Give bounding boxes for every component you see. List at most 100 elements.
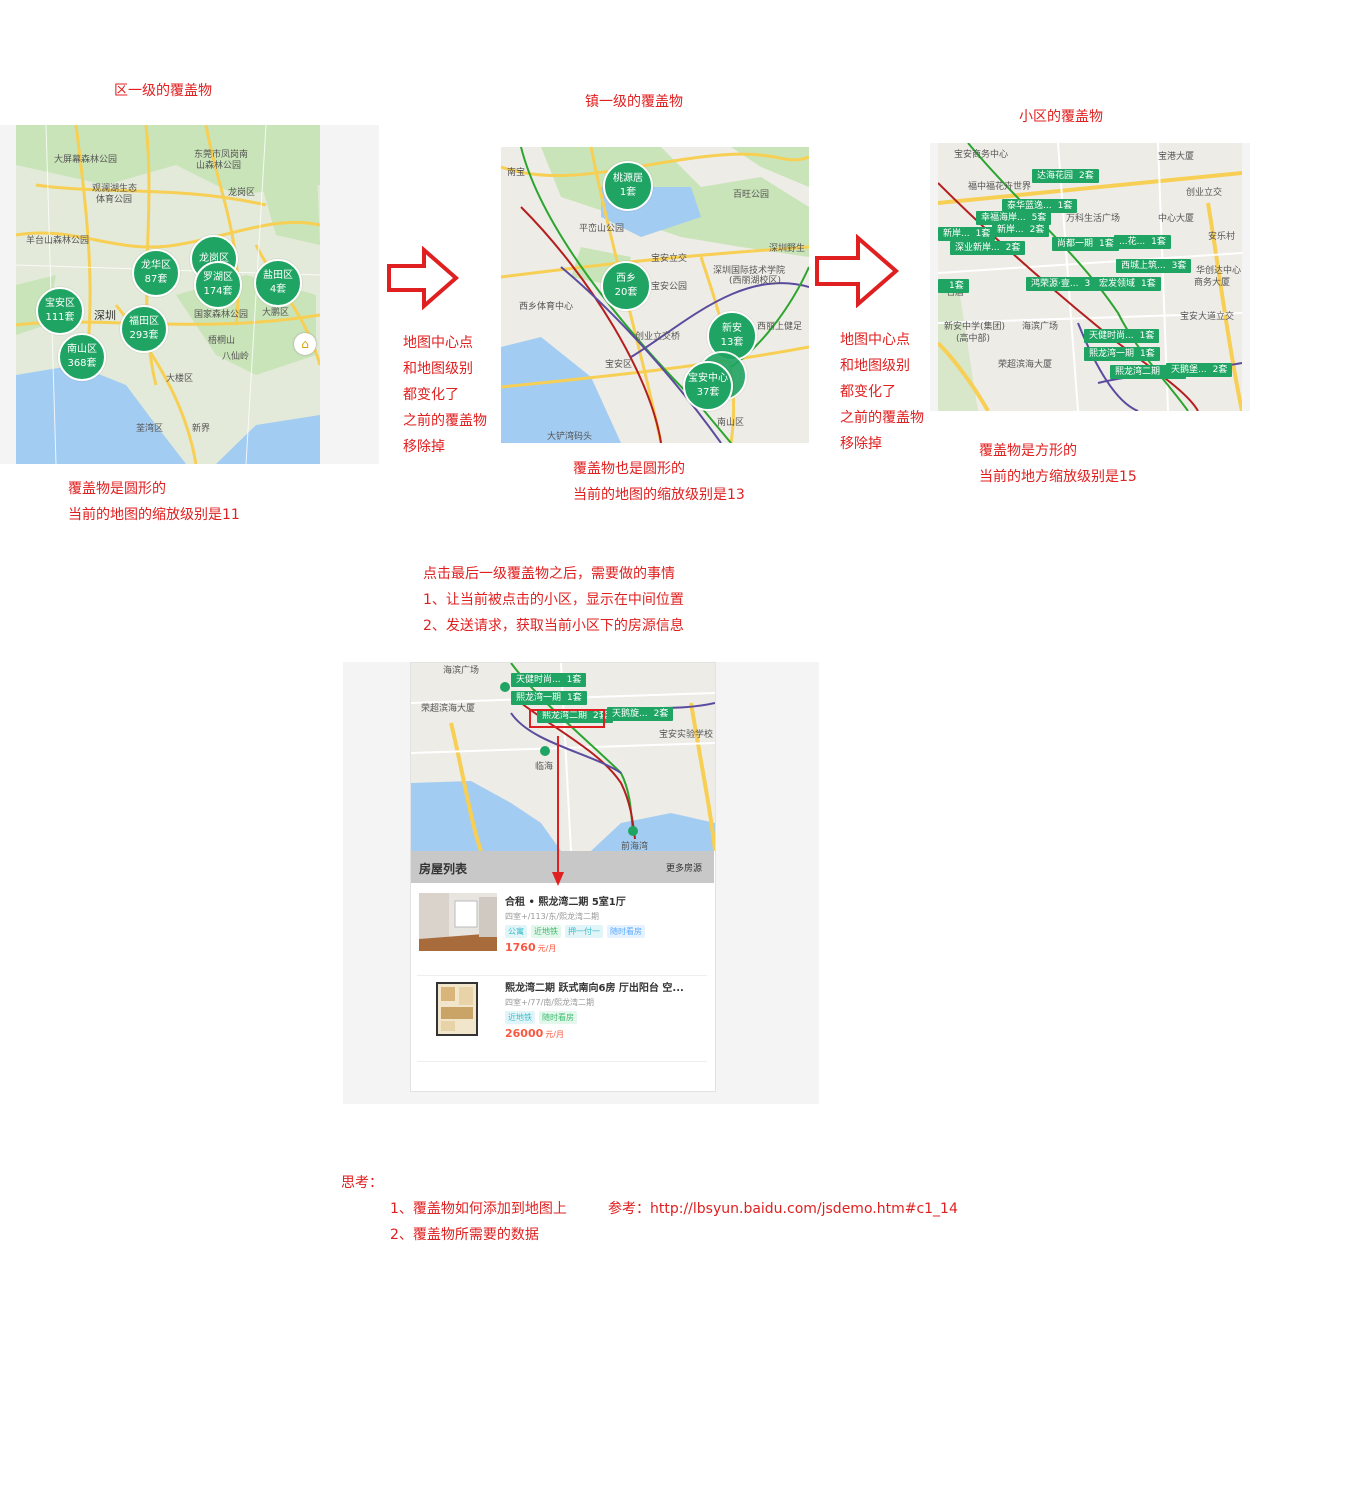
circle-count: 368套: [67, 358, 97, 369]
map1-label: 深圳: [94, 309, 116, 322]
circle-count: 87套: [144, 274, 168, 285]
district-circle-baoan[interactable]: 宝安区 111套: [36, 287, 84, 335]
note-line: 和地图级别: [840, 358, 910, 374]
circle-count: 111套: [45, 312, 75, 323]
map2-label: 西丽上健足: [757, 322, 803, 332]
map1-label: 羊台山森林公园: [26, 236, 90, 246]
phone-community-tag[interactable]: 熙龙湾一期 1套: [511, 691, 587, 705]
phone-map-label: 海滨广场: [443, 666, 480, 676]
thinking-item: 2、覆盖物所需要的数据: [390, 1227, 539, 1243]
circle-name: 新安: [722, 323, 742, 334]
note-line: 覆盖物也是圆形的: [573, 461, 685, 477]
town-map[interactable]: 南宝 平峦山公园 宝安立交 深圳国际技术学院 (西丽湖校区) 宝安公园 西乡体育…: [501, 147, 809, 443]
community-tag[interactable]: 西城上筑... 3套: [1116, 259, 1192, 273]
house-item[interactable]: 合租 • 熙龙湾二期 5室1厅 四室+/113/东/熙龙湾二期 公寓 近地铁 押…: [417, 889, 707, 976]
reference-link[interactable]: 参考：http://lbsyun.baidu.com/jsdemo.htm#c1…: [608, 1196, 958, 1222]
note-line: 之前的覆盖物: [403, 413, 487, 429]
district-circle-nanshan[interactable]: 南山区 368套: [58, 333, 106, 381]
map2-label: (西丽湖校区): [729, 276, 782, 286]
map1-label: 荃湾区: [136, 424, 164, 434]
circle-count: 1套: [619, 187, 637, 198]
map2-label: 宝安区: [605, 360, 633, 370]
house-item[interactable]: 熙龙湾二期 跃式南向6房 厅出阳台 空... 四室+/77/南/熙龙湾二期 近地…: [417, 975, 707, 1062]
map2-label: 创业立交桥: [635, 332, 681, 342]
community-tag[interactable]: 天鹅堡... 2套: [1166, 363, 1233, 377]
phone-map-label: 荣超滨海大厦: [421, 704, 476, 714]
map3-label: 安乐村: [1208, 232, 1236, 242]
map3-label: (高中部): [956, 334, 991, 344]
house-price: 1760 元/月: [505, 941, 557, 954]
house-tag: 随时看房: [607, 925, 645, 938]
circle-count: 20套: [614, 287, 638, 298]
house-title: 合租 • 熙龙湾二期 5室1厅: [505, 897, 626, 908]
community-tag[interactable]: 熙龙湾一期 1套: [1084, 347, 1160, 361]
phone-community-tag[interactable]: 天健时尚... 1套: [511, 673, 587, 687]
map1-label: 国家森林公园: [194, 310, 249, 320]
map2-label: 大铲湾码头: [547, 432, 593, 442]
community-tag[interactable]: 新岸... 2套: [992, 223, 1050, 237]
click-note: 点击最后一级覆盖物之后，需要做的事情 1、让当前被点击的小区，显示在中间位置 2…: [423, 561, 684, 639]
map2-label: 南宝: [507, 168, 526, 178]
house-tags: 近地铁 随时看房: [505, 1011, 577, 1024]
arrow2-note: 地图中心点 和地图级别 都变化了 之前的覆盖物 移除掉: [840, 327, 924, 457]
phone-map-label: 宝安实验学校: [659, 730, 714, 740]
community-tag[interactable]: 尚都一期 1套: [1052, 237, 1119, 251]
house-tag: 随时看房: [539, 1011, 577, 1024]
arrow-right-icon: [815, 234, 900, 308]
circle-count: 293套: [129, 330, 159, 341]
community-map[interactable]: 宝安商务中心 福中福花卉世界 宝港大厦 创业立交 中心大厦 安乐村 万科生活广场…: [938, 143, 1242, 411]
community-tag[interactable]: 深业新岸... 2套: [950, 241, 1026, 255]
community-tag[interactable]: 1套: [938, 279, 969, 293]
district-map[interactable]: 大屏幕森林公园 观澜湖生态 体育公园 东莞市凤岗南 山森林公园 龙岗区 羊台山森…: [16, 125, 320, 464]
circle-name: 福田区: [129, 316, 159, 327]
district-circle-futian[interactable]: 福田区 293套: [120, 305, 168, 353]
district-circle-yantian[interactable]: 盐田区 4套: [254, 259, 302, 307]
circle-count: 4套: [269, 284, 287, 295]
map3-label: 宝港大厦: [1158, 152, 1195, 162]
map2-label: 平峦山公园: [579, 224, 625, 234]
arrow-right-icon: [387, 246, 460, 310]
map3-label: 宝安商务中心: [954, 150, 1009, 160]
town-circle-baoan-center[interactable]: 宝安中心 37套: [683, 361, 733, 411]
community-tag[interactable]: 新岸... 1套: [938, 227, 996, 241]
circle-name: 宝安区: [45, 298, 75, 309]
community-tag[interactable]: 鸿荣源·壹... 3: [1026, 277, 1096, 291]
community-tag[interactable]: ...花... 1套: [1114, 235, 1171, 249]
circle-name: 宝安中心: [688, 373, 728, 384]
location-icon[interactable]: ⌂: [294, 333, 316, 355]
map3-label: 商务大厦: [1194, 278, 1231, 288]
floorplan-image: [419, 979, 497, 1037]
map3-label: 宝安大道立交: [1180, 312, 1235, 322]
thinking-title: 思考：: [341, 1175, 383, 1191]
map3-label: 创业立交: [1186, 188, 1223, 198]
phone-community-tag[interactable]: 天鹅旋... 2套: [607, 707, 674, 721]
map1-label: 大屏幕森林公园: [54, 155, 118, 165]
note-line: 覆盖物是方形的: [979, 443, 1077, 459]
note-line: 覆盖物是圆形的: [68, 481, 166, 497]
arrow1-note: 地图中心点 和地图级别 都变化了 之前的覆盖物 移除掉: [403, 330, 487, 460]
note-line: 当前的地方缩放级别是15: [979, 469, 1137, 485]
note-line: 当前的地图的缩放级别是13: [573, 487, 745, 503]
map2-label: 深圳野生: [769, 244, 806, 254]
house-desc: 四室+/113/东/熙龙湾二期: [505, 912, 600, 921]
district-circle-luohu[interactable]: 罗湖区 174套: [194, 261, 242, 309]
note-line: 都变化了: [840, 384, 896, 400]
circle-name: 桃源居: [613, 173, 643, 184]
thinking-item: 1、覆盖物如何添加到地图上: [390, 1201, 567, 1217]
note-line: 和地图级别: [403, 361, 473, 377]
circle-name: 盐田区: [263, 270, 293, 281]
community-tag[interactable]: 达海花园 2套: [1032, 169, 1099, 183]
more-houses-link[interactable]: 更多房源: [666, 861, 702, 874]
district-circle-longhua[interactable]: 龙华区 87套: [132, 249, 180, 297]
community-tag[interactable]: 天健时尚... 1套: [1084, 329, 1160, 343]
community-tag[interactable]: 宏发领域 1套: [1094, 277, 1161, 291]
town-circle-xixiang[interactable]: 西乡 20套: [601, 261, 651, 311]
house-desc: 四室+/77/南/熙龙湾二期: [505, 998, 594, 1007]
district-overlay-title: 区一级的覆盖物: [114, 83, 212, 99]
map3-note: 覆盖物是方形的 当前的地方缩放级别是15: [979, 438, 1137, 490]
map2-note: 覆盖物也是圆形的 当前的地图的缩放级别是13: [573, 456, 745, 508]
map1-label: 体育公园: [96, 195, 133, 205]
town-circle-taoyuanju[interactable]: 桃源居 1套: [603, 161, 653, 211]
circle-name: 罗湖区: [203, 272, 233, 283]
map1-label: 山森林公园: [196, 161, 242, 171]
